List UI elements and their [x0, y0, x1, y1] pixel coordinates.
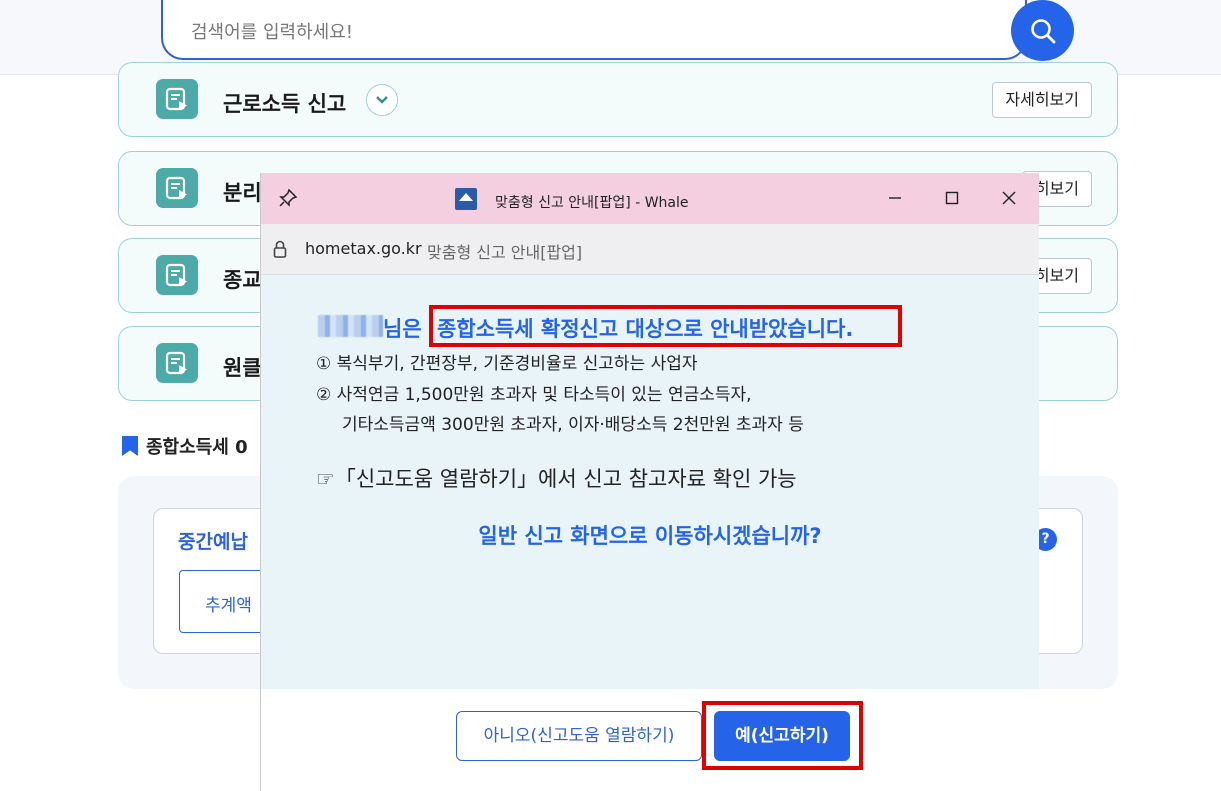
- minimize-button[interactable]: [882, 185, 908, 211]
- notice-line: ① 복식부기, 간편장부, 기준경비율로 신고하는 사업자: [316, 354, 698, 374]
- pin-icon[interactable]: [278, 188, 298, 212]
- popup-window: 맞춤형 신고 안내[팝업] - Whale hometax.go.kr 맞춤형 …: [260, 173, 1039, 791]
- address-bar[interactable]: hometax.go.kr 맞춤형 신고 안내[팝업]: [261, 224, 1039, 275]
- search-input[interactable]: 검색어를 입력하세요!: [161, 0, 1027, 60]
- card-title: 분리: [223, 181, 262, 205]
- close-icon: [1002, 191, 1016, 205]
- estimate-button-label: 추계액: [205, 596, 252, 616]
- search-placeholder: 검색어를 입력하세요!: [191, 22, 353, 43]
- bookmark-icon: [122, 436, 138, 456]
- document-play-icon: [156, 343, 198, 383]
- name-suffix: 님은: [383, 317, 422, 341]
- details-button[interactable]: 자세히보기: [992, 82, 1092, 118]
- close-button[interactable]: [996, 185, 1022, 211]
- notice-line: ② 사적연금 1,500만원 초과자 및 타소득이 있는 연금소득자,: [316, 385, 752, 405]
- maximize-icon: [945, 191, 959, 205]
- popup-footer: 아니오(신고도움 열람하기) 예(신고하기): [261, 689, 1039, 791]
- no-view-help-button[interactable]: 아니오(신고도움 열람하기): [456, 711, 702, 761]
- interim-title: 중간예납: [178, 531, 248, 553]
- confirm-question: 일반 신고 화면으로 이동하시겠습니까?: [478, 524, 822, 548]
- chevron-down-icon: [376, 96, 388, 104]
- lock-icon: [273, 240, 287, 258]
- popup-titlebar[interactable]: 맞춤형 신고 안내[팝업] - Whale: [261, 173, 1039, 224]
- section-heading: 종합소득세 0: [122, 433, 248, 459]
- section-heading-text: 종합소득세 0: [146, 437, 248, 458]
- card-title: 근로소득 신고: [223, 92, 347, 116]
- yes-file-button[interactable]: 예(신고하기): [714, 711, 850, 761]
- document-play-icon: [156, 168, 198, 208]
- search-button[interactable]: [1011, 0, 1074, 61]
- card-earned-income: 근로소득 신고 자세히보기: [118, 62, 1118, 137]
- address-page-title: 맞춤형 신고 안내[팝업]: [427, 243, 583, 262]
- help-guide-line: ☞「신고도움 열람하기」에서 신고 참고자료 확인 가능: [316, 467, 797, 491]
- address-domain: hometax.go.kr: [305, 239, 422, 258]
- card-title: 종교: [223, 268, 262, 292]
- notice-headline: 종합소득세 확정신고 대상으로 안내받았습니다.: [437, 317, 854, 341]
- card-title: 원클: [223, 356, 262, 380]
- document-play-icon: [156, 79, 198, 119]
- hometax-favicon-icon: [455, 188, 477, 210]
- maximize-button[interactable]: [939, 185, 965, 211]
- document-play-icon: [156, 255, 198, 295]
- minimize-icon: [889, 197, 901, 199]
- popup-body: 님은 종합소득세 확정신고 대상으로 안내받았습니다. ① 복식부기, 간편장부…: [261, 275, 1039, 689]
- popup-window-title: 맞춤형 신고 안내[팝업] - Whale: [495, 195, 689, 211]
- expand-toggle[interactable]: [366, 84, 398, 116]
- search-icon: [1030, 18, 1055, 43]
- notice-line: 기타소득금액 300만원 초과자, 이자·배당소득 2천만원 초과자 등: [342, 415, 804, 435]
- masked-name: [318, 315, 383, 337]
